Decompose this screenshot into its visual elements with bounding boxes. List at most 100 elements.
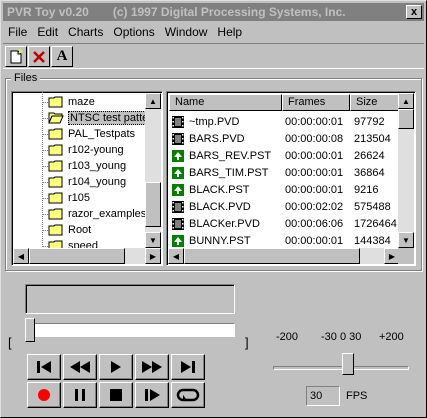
file-size: 1726464: [354, 217, 397, 230]
file-list[interactable]: Name Frames Size ~tmp.PVD 00:00:00:01 9779…: [166, 91, 416, 266]
new-button[interactable]: [5, 46, 27, 67]
record-icon: [38, 389, 50, 401]
file-name: BLACK.PVD: [189, 200, 251, 213]
loop-button[interactable]: [171, 382, 205, 408]
list-horizontal-scrollbar[interactable]: ◀ ▶: [168, 248, 400, 264]
title-bar[interactable]: PVR Toy v0.20 (c) 1997 Digital Processin…: [3, 3, 424, 21]
menu-charts[interactable]: Charts: [63, 25, 108, 39]
column-header-frames[interactable]: Frames: [282, 94, 350, 111]
mark-out-button[interactable]: ]: [245, 335, 249, 350]
tree-item-label: PAL_Testpats: [68, 128, 136, 140]
tree-item[interactable]: r103_young: [48, 158, 126, 174]
close-button[interactable]: x: [406, 5, 422, 19]
tree-connector: [42, 92, 43, 247]
file-row[interactable]: BARS.PVD 00:00:00:08 213504: [169, 130, 391, 147]
tree-horizontal-scrollbar[interactable]: ◀ ▶: [13, 248, 161, 264]
file-row[interactable]: BARS_REV.PST 00:00:00:01 26624: [169, 147, 385, 164]
menu-window[interactable]: Window: [160, 25, 213, 39]
speed-label-max: +200: [379, 331, 404, 343]
video-file-icon: [172, 217, 184, 230]
file-frames: 00:00:00:01: [285, 166, 344, 179]
mark-in-button[interactable]: [: [8, 335, 12, 350]
scroll-up-button[interactable]: ▲: [145, 93, 161, 109]
tree-item[interactable]: maze: [48, 94, 95, 110]
still-image-icon: [172, 166, 184, 179]
skip-start-button[interactable]: [27, 354, 61, 380]
left-arrow-icon: ◀: [172, 251, 180, 261]
file-row[interactable]: BLACKer.PVD 00:00:06:06 1726464: [169, 215, 397, 232]
tree-item[interactable]: Root: [48, 222, 91, 238]
file-row[interactable]: BLACK.PST 00:00:00:01 9216: [169, 181, 378, 198]
skip-end-icon: [181, 361, 195, 373]
file-name: ~tmp.PVD: [189, 115, 240, 128]
close-icon: x: [410, 6, 418, 18]
delete-icon: [33, 50, 45, 63]
still-image-icon: [172, 183, 184, 196]
file-name: BARS_TIM.PST: [189, 166, 269, 179]
scroll-left-button[interactable]: ◀: [13, 248, 29, 264]
menu-help[interactable]: Help: [212, 25, 247, 39]
folder-tree[interactable]: maze NTSC test patte PAL_Testpats r102-youn…: [11, 91, 163, 266]
step-forward-button[interactable]: [135, 382, 169, 408]
folder-icon: [48, 144, 63, 156]
speed-slider-track[interactable]: [273, 366, 409, 370]
scroll-down-button[interactable]: ▼: [145, 232, 161, 248]
position-slider-track[interactable]: [25, 323, 235, 337]
file-row[interactable]: BLACK.PVD 00:00:02:02 575488: [169, 198, 391, 215]
pause-button[interactable]: [63, 382, 97, 408]
scroll-down-button[interactable]: ▼: [398, 232, 414, 248]
file-row[interactable]: ~tmp.PVD 00:00:00:01 97792: [169, 113, 385, 130]
column-header-size[interactable]: Size: [350, 94, 400, 111]
tree-item-label: NTSC test patte: [68, 111, 151, 125]
tree-item[interactable]: r104_young: [48, 174, 126, 190]
file-size: 9216: [354, 183, 379, 196]
stop-button[interactable]: [99, 382, 133, 408]
play-button[interactable]: [99, 354, 133, 380]
video-file-icon: [172, 132, 184, 145]
file-row[interactable]: BUNNY.PST 00:00:00:01 144384: [169, 232, 391, 249]
still-image-icon: [172, 234, 184, 247]
toolbar: A: [3, 43, 424, 69]
speed-label-min: -200: [276, 331, 299, 343]
menu-file[interactable]: File: [3, 25, 32, 39]
list-vertical-scrollbar[interactable]: ▲ ▼: [398, 93, 414, 248]
up-arrow-icon: ▲: [149, 96, 157, 106]
tree-item[interactable]: NTSC test patte: [48, 110, 151, 126]
skip-end-button[interactable]: [171, 354, 205, 380]
tree-item-label: razor_examples: [68, 208, 147, 220]
tree-vertical-scrollbar[interactable]: ▲ ▼: [145, 93, 161, 248]
up-arrow-icon: ▲: [402, 96, 410, 106]
scroll-up-button[interactable]: ▲: [398, 93, 414, 109]
scroll-thumb[interactable]: [398, 109, 414, 129]
copyright-text: (c) 1997 Digital Processing Systems, Inc…: [112, 5, 346, 19]
file-size: 144384: [354, 234, 391, 247]
scroll-thumb[interactable]: [145, 182, 161, 227]
tree-item[interactable]: r105: [48, 190, 90, 206]
scroll-thumb[interactable]: [29, 248, 125, 264]
scroll-thumb[interactable]: [184, 248, 360, 264]
font-button[interactable]: A: [51, 46, 73, 67]
file-name: BLACKer.PVD: [189, 217, 260, 230]
speed-slider-thumb[interactable]: [342, 353, 354, 375]
tree-item[interactable]: r102-young: [48, 142, 124, 158]
folder-icon: [48, 128, 63, 140]
tree-item-label: r105: [68, 192, 91, 204]
fps-input[interactable]: 30: [306, 386, 340, 406]
tree-item[interactable]: PAL_Testpats: [48, 126, 135, 142]
file-row[interactable]: BARS_TIM.PST 00:00:00:01 36864: [169, 164, 385, 181]
video-file-icon: [172, 115, 184, 128]
delete-button[interactable]: [28, 46, 50, 67]
rewind-button[interactable]: [63, 354, 97, 380]
record-button[interactable]: [27, 382, 61, 408]
scroll-right-button[interactable]: ▶: [145, 248, 161, 264]
fast-forward-button[interactable]: [135, 354, 169, 380]
new-file-icon: [10, 48, 23, 63]
position-slider-thumb[interactable]: [25, 318, 35, 342]
menu-edit[interactable]: Edit: [32, 25, 63, 39]
column-header-name[interactable]: Name: [169, 94, 282, 111]
menu-options[interactable]: Options: [108, 25, 159, 39]
speed-label-mid: -30 0 30: [321, 331, 362, 343]
scroll-left-button[interactable]: ◀: [168, 248, 184, 264]
tree-item-label: r103_young: [68, 160, 127, 172]
tree-item[interactable]: razor_examples: [48, 206, 146, 222]
